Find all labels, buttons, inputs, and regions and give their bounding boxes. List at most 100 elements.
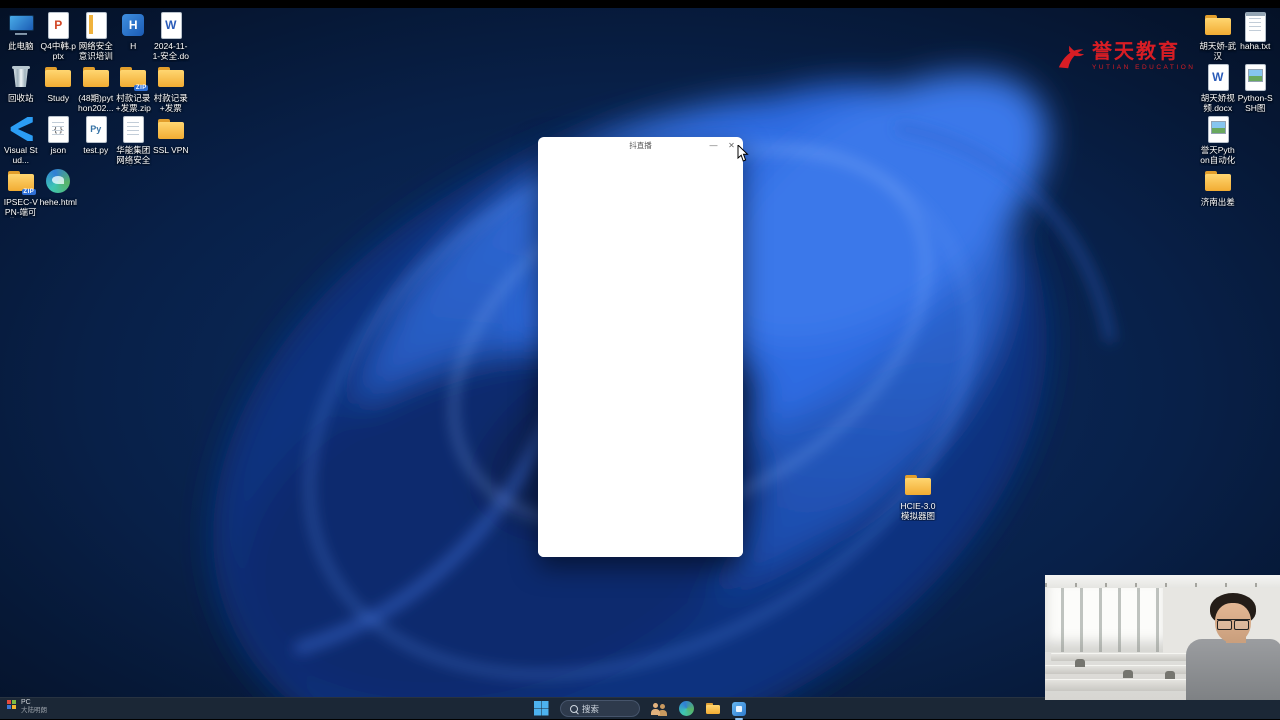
start-button-icon[interactable] [534,701,549,716]
icon-label: test.py [83,145,109,155]
webcam-chair [1075,659,1085,667]
live-stream-dialog: 抖直播 — ✕ [538,137,743,557]
desktop-icon-training[interactable]: 网络安全意识培训 [77,10,115,62]
bird-logo-icon [1058,45,1085,69]
search-label: 搜索 [582,703,600,714]
word-file-icon: W [156,10,186,40]
python-file-icon: Py [81,114,111,144]
desktop-icon-automation-image[interactable]: 誉天Python自动化运... [1199,114,1237,166]
notebook-file-icon [81,10,111,40]
document-file-icon [118,114,148,144]
icon-label: 回收站 [7,93,34,103]
desktop-icon-h-app[interactable]: H H [114,10,152,62]
folder-icon [1203,166,1233,196]
icon-label: Python-SSH图 [1237,93,1273,113]
icon-label: (48期)python202... [78,93,114,113]
dialog-titlebar[interactable]: 抖直播 — ✕ [538,137,743,153]
edge-html-icon [43,166,73,196]
icon-label: 胡天娇-武汉 [1199,41,1237,61]
recycle-bin-icon [6,62,36,92]
desktop-icon-ipsec-zip[interactable]: ZIP IPSEC-VPN-端可靠光... [2,166,40,218]
desktop-icon-sslvpn-folder[interactable]: SSL VPN [152,114,190,166]
icon-label: 济南出差 [1200,197,1235,207]
desktop-icon-recycle-bin[interactable]: 回收站 [2,62,40,114]
desktop-icon-this-pc[interactable]: 此电脑 [2,10,40,62]
webcam-overlay [1045,575,1280,700]
icon-label: Q4中韩.pptx [40,41,76,61]
desktop-icon-hehe-html[interactable]: hehe.html [39,166,77,218]
icon-label: HCIE-3.0模拟器图 [900,501,936,521]
desktop-icon-docx[interactable]: W 2024-11-1-安全.docx [152,10,190,62]
icon-label: 村款记录+发票 [153,93,188,113]
windows-color-logo-icon [7,700,17,710]
desktop-icon-huaneng-doc[interactable]: 华能集团网络安全培... [114,114,152,166]
taskbar-search[interactable]: 搜索 [560,700,640,717]
desktop-icon-testpy[interactable]: Py test.py [77,114,115,166]
image-file-icon [1203,114,1233,144]
folder-icon [1203,10,1233,40]
watermark-title: 誉天教育 [1092,41,1180,64]
icon-label: 誉天Python自动化运... [1200,145,1236,166]
folder-icon [903,470,933,500]
icon-label: json [50,145,67,155]
vscode-icon [6,114,36,144]
taskbar: 搜索 [0,697,1280,720]
computer-icon [6,10,36,40]
dialog-title: 抖直播 [629,140,652,150]
icon-label: 村款记录+发票.zip [115,93,151,113]
desktop-icon-study-folder[interactable]: Study [39,62,77,114]
active-app-window-icon[interactable] [732,701,746,720]
taskbar-center-group: 搜索 [534,698,746,720]
icon-label: 网络安全意识培训 [78,41,113,61]
webcam-desk-row [1051,653,1201,661]
icon-label: Study [47,93,70,103]
icon-label: H [130,41,137,51]
desktop-icon-hcie-folder[interactable]: HCIE-3.0模拟器图 [899,470,937,521]
minimize-button[interactable]: — [706,138,721,152]
folder-icon [156,114,186,144]
presenter-body [1186,631,1280,700]
json-file-icon: { } [43,114,73,144]
desktop-icon-wuhan-folder[interactable]: 胡天娇-武汉 [1199,10,1237,62]
image-file-icon [1240,62,1270,92]
webcam-desk-row [1045,679,1197,691]
watermark-subtitle: YUTIAN EDUCATION [1092,64,1196,72]
people-icon[interactable] [651,701,668,716]
webcam-chair [1123,670,1133,678]
mouse-cursor [737,145,749,162]
icon-label: 2024-11-1-安全.docx [152,41,189,62]
desktop-icon-python-folder[interactable]: (48期)python202... [77,62,115,114]
file-explorer-icon[interactable] [705,702,721,716]
powerpoint-file-icon: P [43,10,73,40]
webcam-chair [1165,671,1175,679]
desktop-icon-json[interactable]: { } json [39,114,77,166]
desktop-icon-grid-left: 此电脑 P Q4中韩.pptx 网络安全意识培训 H H W 2024-11-1… [2,10,190,218]
folder-icon [81,62,111,92]
blue-app-icon: H [118,10,148,40]
desktop-icon-grid-right: 胡天娇-武汉 haha.txt W 胡天娇视频.docx Python-SSH图… [1199,10,1274,218]
icon-label: SSL VPN [152,145,189,155]
word-file-icon: W [1203,62,1233,92]
icon-label: Visual Stud... [4,145,38,165]
search-icon [570,704,578,713]
presenter-glasses [1217,619,1250,630]
status-line2: 大陆明朗 [21,707,47,715]
letterbox-top [0,0,1280,8]
screen: 誉天教育 YUTIAN EDUCATION 此电脑 P Q4中韩.pptx 网络… [0,0,1280,720]
folder-icon [156,62,186,92]
desktop-icon-jinan-folder[interactable]: 济南出差 [1199,166,1237,218]
zip-archive-icon: ZIP [6,166,36,196]
desktop-icon-haha-txt[interactable]: haha.txt [1236,10,1274,62]
desktop-icon-vscode[interactable]: Visual Stud... [2,114,40,166]
dialog-content-blank [538,153,743,557]
desktop-icon-invoice-folder[interactable]: 村款记录+发票 [152,62,190,114]
icon-label: haha.txt [1240,41,1271,51]
edge-browser-icon[interactable] [679,701,694,716]
status-line1: PC [21,699,31,706]
desktop-icon-pptx[interactable]: P Q4中韩.pptx [39,10,77,62]
desktop-icon-invoice-zip[interactable]: ZIP 村款记录+发票.zip [114,62,152,114]
desktop-icon-ssh-image[interactable]: Python-SSH图 [1236,62,1274,114]
notepad-file-icon [1240,10,1270,42]
desktop-icon-video-docx[interactable]: W 胡天娇视频.docx [1199,62,1237,114]
icon-label: hehe.html [39,197,77,207]
